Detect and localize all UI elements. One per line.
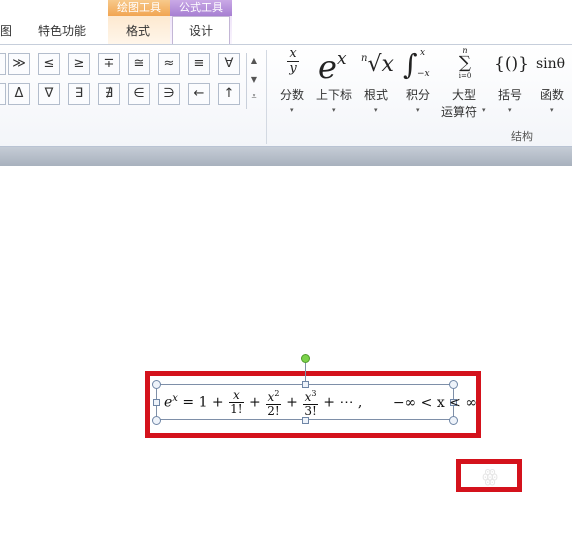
symbol-up-arrow[interactable]: ↑ <box>218 83 240 105</box>
eq-tail: + ⋯ , <box>323 394 363 411</box>
eq-equals-one-plus: = 1 + <box>182 394 224 411</box>
symbol-much-greater[interactable]: ≫ <box>8 53 30 75</box>
eq-lhs-sup: x <box>172 392 178 404</box>
resize-handle-left[interactable] <box>153 399 160 406</box>
symbol-contains[interactable]: ∋ <box>158 83 180 105</box>
structure-fraction-button[interactable]: x y <box>278 47 308 76</box>
symbol-not-exists[interactable]: ∄ <box>98 83 120 105</box>
symbol-nabla[interactable]: ∇ <box>38 83 60 105</box>
equation-content[interactable]: ex = 1 + x 1! + x2 2! + x3 3! + ⋯ , −∞ <… <box>164 387 477 419</box>
rotate-handle[interactable] <box>301 354 310 363</box>
structure-script-label[interactable]: 上下标 <box>316 86 352 103</box>
structure-radical-label[interactable]: 根式 <box>364 86 388 103</box>
gallery-more-icon[interactable]: ⩡ <box>247 92 261 102</box>
symbol-button-partial[interactable] <box>0 53 6 75</box>
chevron-down-icon[interactable]: ▾ <box>374 106 378 114</box>
scroll-down-arrow-icon[interactable]: ▼ <box>247 75 261 84</box>
structure-large-operator-label[interactable]: 大型 <box>452 86 476 103</box>
ribbon-group-separator <box>266 50 267 144</box>
structure-bracket-label[interactable]: 括号 <box>498 86 522 103</box>
resize-handle-bottom-left[interactable] <box>152 416 161 425</box>
symbol-greater-equal[interactable]: ≥ <box>68 53 90 75</box>
function-icon: sinθ <box>536 56 566 72</box>
symbol-delta[interactable]: Δ <box>8 83 30 105</box>
radical-icon: n√x <box>361 52 394 77</box>
chevron-down-icon[interactable]: ▾ <box>550 106 554 114</box>
tab-format[interactable]: 格式 <box>126 22 150 39</box>
structure-large-operator-label-2[interactable]: 运算符 <box>441 103 477 120</box>
symbol-button-partial-2[interactable] <box>0 83 6 105</box>
group-label-structures: 结构 <box>511 130 533 143</box>
chevron-down-icon[interactable]: ▾ <box>290 106 294 114</box>
eq-fraction-3: x3 3! <box>303 389 318 418</box>
structure-function-label[interactable]: 函数 <box>540 86 564 103</box>
resize-handle-top-left[interactable] <box>152 380 161 389</box>
symbol-for-all[interactable]: ∀ <box>218 53 240 75</box>
symbol-congruent[interactable]: ≅ <box>128 53 150 75</box>
eq-fraction-2: x2 2! <box>266 389 281 418</box>
symbol-identical[interactable]: ≡ <box>188 53 210 75</box>
symbol-element-of[interactable]: ∈ <box>128 83 150 105</box>
ruler-bar <box>0 147 572 166</box>
integral-icon: ∫ x −x <box>403 48 430 81</box>
chevron-down-icon[interactable]: ▾ <box>508 106 512 114</box>
tab-design[interactable]: 设计 <box>189 22 213 39</box>
symbol-minus-plus[interactable]: ∓ <box>98 53 120 75</box>
chevron-down-icon[interactable]: ▾ <box>482 106 486 114</box>
context-drawing-tools-header: 绘图工具 <box>108 0 170 16</box>
eq-plus-2: + <box>286 394 298 411</box>
scroll-up-arrow-icon[interactable]: ▲ <box>247 56 261 65</box>
large-operator-icon: n ∑ i=0 <box>458 46 472 81</box>
symbol-exists[interactable]: ∃ <box>68 83 90 105</box>
tab-partial-left[interactable]: 图 <box>0 22 12 39</box>
eq-plus-1: + <box>249 394 261 411</box>
context-formula-tools-header: 公式工具 <box>170 0 232 16</box>
fraction-icon: x y <box>287 46 299 76</box>
eq-fraction-1: x 1! <box>229 388 244 416</box>
tab-special-features[interactable]: 特色功能 <box>38 22 86 39</box>
watermark-icon: ꙮ <box>482 466 498 487</box>
symbol-gallery-scrollbar[interactable]: ▲ ▼ ⩡ <box>246 53 261 109</box>
chevron-down-icon[interactable]: ▾ <box>332 106 336 114</box>
structure-fraction-label: 分数 <box>280 88 305 102</box>
chevron-down-icon[interactable]: ▾ <box>416 106 420 114</box>
symbol-approx[interactable]: ≈ <box>158 53 180 75</box>
symbol-left-arrow[interactable]: ← <box>188 83 210 105</box>
script-icon: ex <box>318 48 347 86</box>
bracket-icon: {()} <box>494 54 529 74</box>
structure-integral-label[interactable]: 积分 <box>406 86 430 103</box>
eq-range: −∞ < x < ∞ <box>392 394 478 411</box>
symbol-less-equal[interactable]: ≤ <box>38 53 60 75</box>
